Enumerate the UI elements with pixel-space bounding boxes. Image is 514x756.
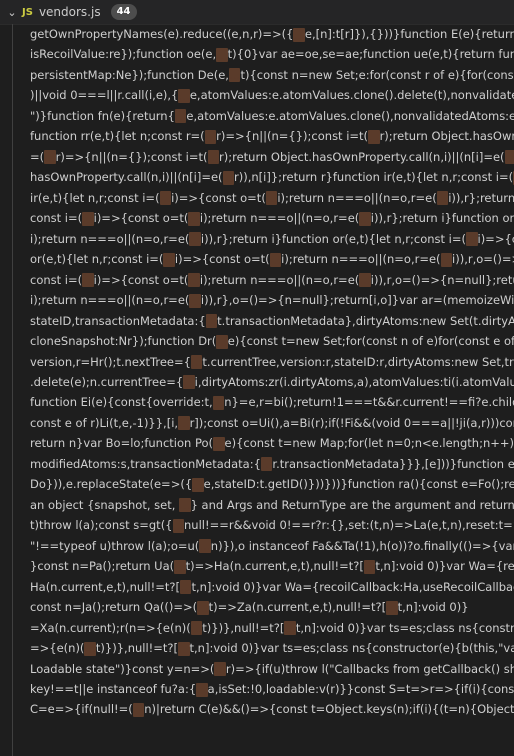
code-line[interactable]: ir(e,t){let n,r;const i=(…i)=>{const o=t… [30, 188, 514, 208]
masked-ellipsis: … [188, 273, 200, 288]
code-line[interactable]: function Ei(e){const{override:t,…n}=e,r=… [30, 392, 514, 412]
masked-ellipsis: … [207, 150, 220, 165]
indent-guide [12, 24, 13, 756]
masked-ellipsis: … [178, 641, 190, 656]
code-line[interactable]: .delete(e);n.currentTree={…i,dirtyAtoms:… [30, 372, 514, 392]
masked-ellipsis: … [82, 273, 94, 288]
code-line[interactable]: Ha(n.current,e,t),null!=t?[…t,n]:void 0)… [30, 577, 514, 597]
masked-ellipsis: … [359, 273, 371, 288]
code-line[interactable]: Do})),e.replaceState(e=>({…e,stateID:t.g… [30, 474, 514, 494]
masked-ellipsis: … [504, 150, 514, 165]
code-lines: getOwnPropertyNames(e).reduce((e,n,r)=>(… [30, 24, 514, 720]
masked-ellipsis: … [216, 334, 228, 349]
masked-ellipsis: … [163, 252, 175, 267]
masked-ellipsis: … [132, 702, 145, 717]
code-line[interactable]: const i=(…i)=>{const o=t(…i);return n===… [30, 270, 514, 290]
code-line[interactable]: return n}var Bo=lo;function Po(…e){const… [30, 433, 514, 453]
masked-ellipsis: … [205, 314, 218, 329]
code-line[interactable]: cloneSnapshot:Nr});function Dr(…e){const… [30, 331, 514, 351]
masked-ellipsis: … [204, 129, 217, 144]
masked-ellipsis: … [212, 395, 225, 410]
code-line[interactable]: Loadable state")}const y=n=>(…r)=>{if(u)… [30, 659, 514, 679]
masked-ellipsis: … [179, 498, 191, 513]
code-line[interactable]: )||void 0===l||r.call(i,e),{…e,atomValue… [30, 85, 514, 105]
masked-ellipsis: … [368, 129, 380, 144]
masked-ellipsis: … [174, 109, 187, 124]
code-line[interactable]: =>{e(n)(…t)})},null!=t?[…t,n]:void 0)}va… [30, 638, 514, 658]
masked-ellipsis: … [159, 191, 172, 206]
code-line[interactable]: stateID,transactionMetadata:{…t.transact… [30, 311, 514, 331]
masked-ellipsis: … [359, 211, 371, 226]
masked-ellipsis: … [222, 170, 235, 185]
code-line[interactable]: }const n=Pa();return Ua(…t)=>Ha(n.curren… [30, 556, 514, 576]
masked-ellipsis: … [172, 518, 184, 533]
code-line[interactable]: key!==t||e instanceof fu?a:{…a,isSet:!0,… [30, 679, 514, 699]
code-line[interactable]: isRecoilValue:re});function oe(e,…t){0}v… [30, 44, 514, 64]
masked-ellipsis: … [190, 355, 203, 369]
masked-ellipsis: … [196, 682, 208, 697]
masked-ellipsis: … [178, 88, 190, 103]
masked-ellipsis: … [216, 47, 228, 62]
masked-ellipsis: … [269, 252, 282, 267]
masked-ellipsis: … [192, 477, 204, 492]
masked-ellipsis: … [214, 662, 226, 677]
masked-ellipsis: … [197, 600, 209, 615]
problems-count-badge: 44 [110, 4, 137, 20]
masked-ellipsis: … [188, 211, 200, 226]
masked-ellipsis: … [190, 621, 203, 636]
code-line[interactable]: hasOwnProperty.call(n,i)||(n[i]=e(…r)),n… [30, 167, 514, 187]
code-line[interactable]: or(e,t){let n,r;const i=(…i)=>{const o=t… [30, 249, 514, 269]
masked-ellipsis: … [44, 150, 56, 165]
chevron-down-icon[interactable]: ⌄ [4, 6, 20, 19]
masked-ellipsis: … [436, 191, 449, 206]
masked-ellipsis: … [440, 252, 453, 267]
code-line[interactable]: C=e=>{if(null!=(…n)|return C(e)&&()=>{co… [30, 699, 514, 719]
masked-ellipsis: … [293, 27, 305, 42]
masked-ellipsis: … [199, 539, 211, 554]
code-line[interactable]: const i=(…i)=>{const o=t(…i);return n===… [30, 208, 514, 228]
code-line[interactable]: const n=Ja();return Qa(()=>(…t)=>Za(n.cu… [30, 597, 514, 617]
code-line[interactable]: =(…r)=>{n||(n={});const i=t(…r);return O… [30, 147, 514, 167]
code-line[interactable]: t)throw l(a);const s=gt({…null!==r&&void… [30, 515, 514, 535]
masked-ellipsis: … [179, 580, 192, 595]
masked-ellipsis: … [189, 232, 201, 247]
code-line[interactable]: ")}function fn(e){return{…e,atomValues:e… [30, 106, 514, 126]
masked-ellipsis: … [260, 457, 273, 472]
code-line[interactable]: i);return n===o||(n=o,r=e(…i)),r},o=()=>… [30, 290, 514, 310]
code-line[interactable]: i);return n===o||(n=o,r=e(…i)),r};return… [30, 229, 514, 249]
editor-tab-bar: ⌄ JS vendors.js 44 [0, 0, 514, 25]
code-line[interactable]: persistentMap:Ne});function De(e,…t){con… [30, 65, 514, 85]
code-line[interactable]: getOwnPropertyNames(e).reduce((e,n,r)=>(… [30, 24, 514, 44]
masked-ellipsis: … [213, 436, 225, 451]
masked-ellipsis: … [228, 68, 241, 83]
code-line[interactable]: function rr(e,t){let n;const r=(…r)=>{n|… [30, 126, 514, 146]
code-line[interactable]: modifiedAtoms:s,transactionMetadata:{…r.… [30, 454, 514, 474]
masked-ellipsis: … [82, 211, 94, 226]
masked-ellipsis: … [386, 600, 398, 615]
code-line[interactable]: version,r=Hr();t.nextTree={…t.currentTre… [30, 352, 514, 372]
masked-ellipsis: … [84, 641, 96, 656]
masked-ellipsis: … [178, 416, 190, 431]
code-line[interactable]: an object {snapshot, set, …} and Args an… [30, 495, 514, 515]
masked-ellipsis: … [183, 375, 195, 390]
file-tab-title[interactable]: vendors.js [39, 5, 101, 19]
code-line[interactable]: "!==typeof u)throw l(a);o=u(…n)}),o inst… [30, 536, 514, 556]
masked-ellipsis: … [284, 621, 296, 636]
code-line[interactable]: const e of r)Li(t,e,-1)}},[i,…r]);const … [30, 413, 514, 433]
masked-ellipsis: … [174, 559, 186, 574]
masked-ellipsis: … [363, 559, 376, 574]
masked-ellipsis: … [466, 232, 478, 247]
javascript-file-icon: JS [22, 6, 33, 18]
masked-ellipsis: … [189, 293, 201, 308]
code-editor[interactable]: getOwnPropertyNames(e).reduce((e,n,r)=>(… [0, 24, 514, 756]
masked-ellipsis: … [265, 191, 278, 206]
code-line[interactable]: =Xa(n.current);r(n=>{e(n)(…t)})},null!=t… [30, 618, 514, 638]
